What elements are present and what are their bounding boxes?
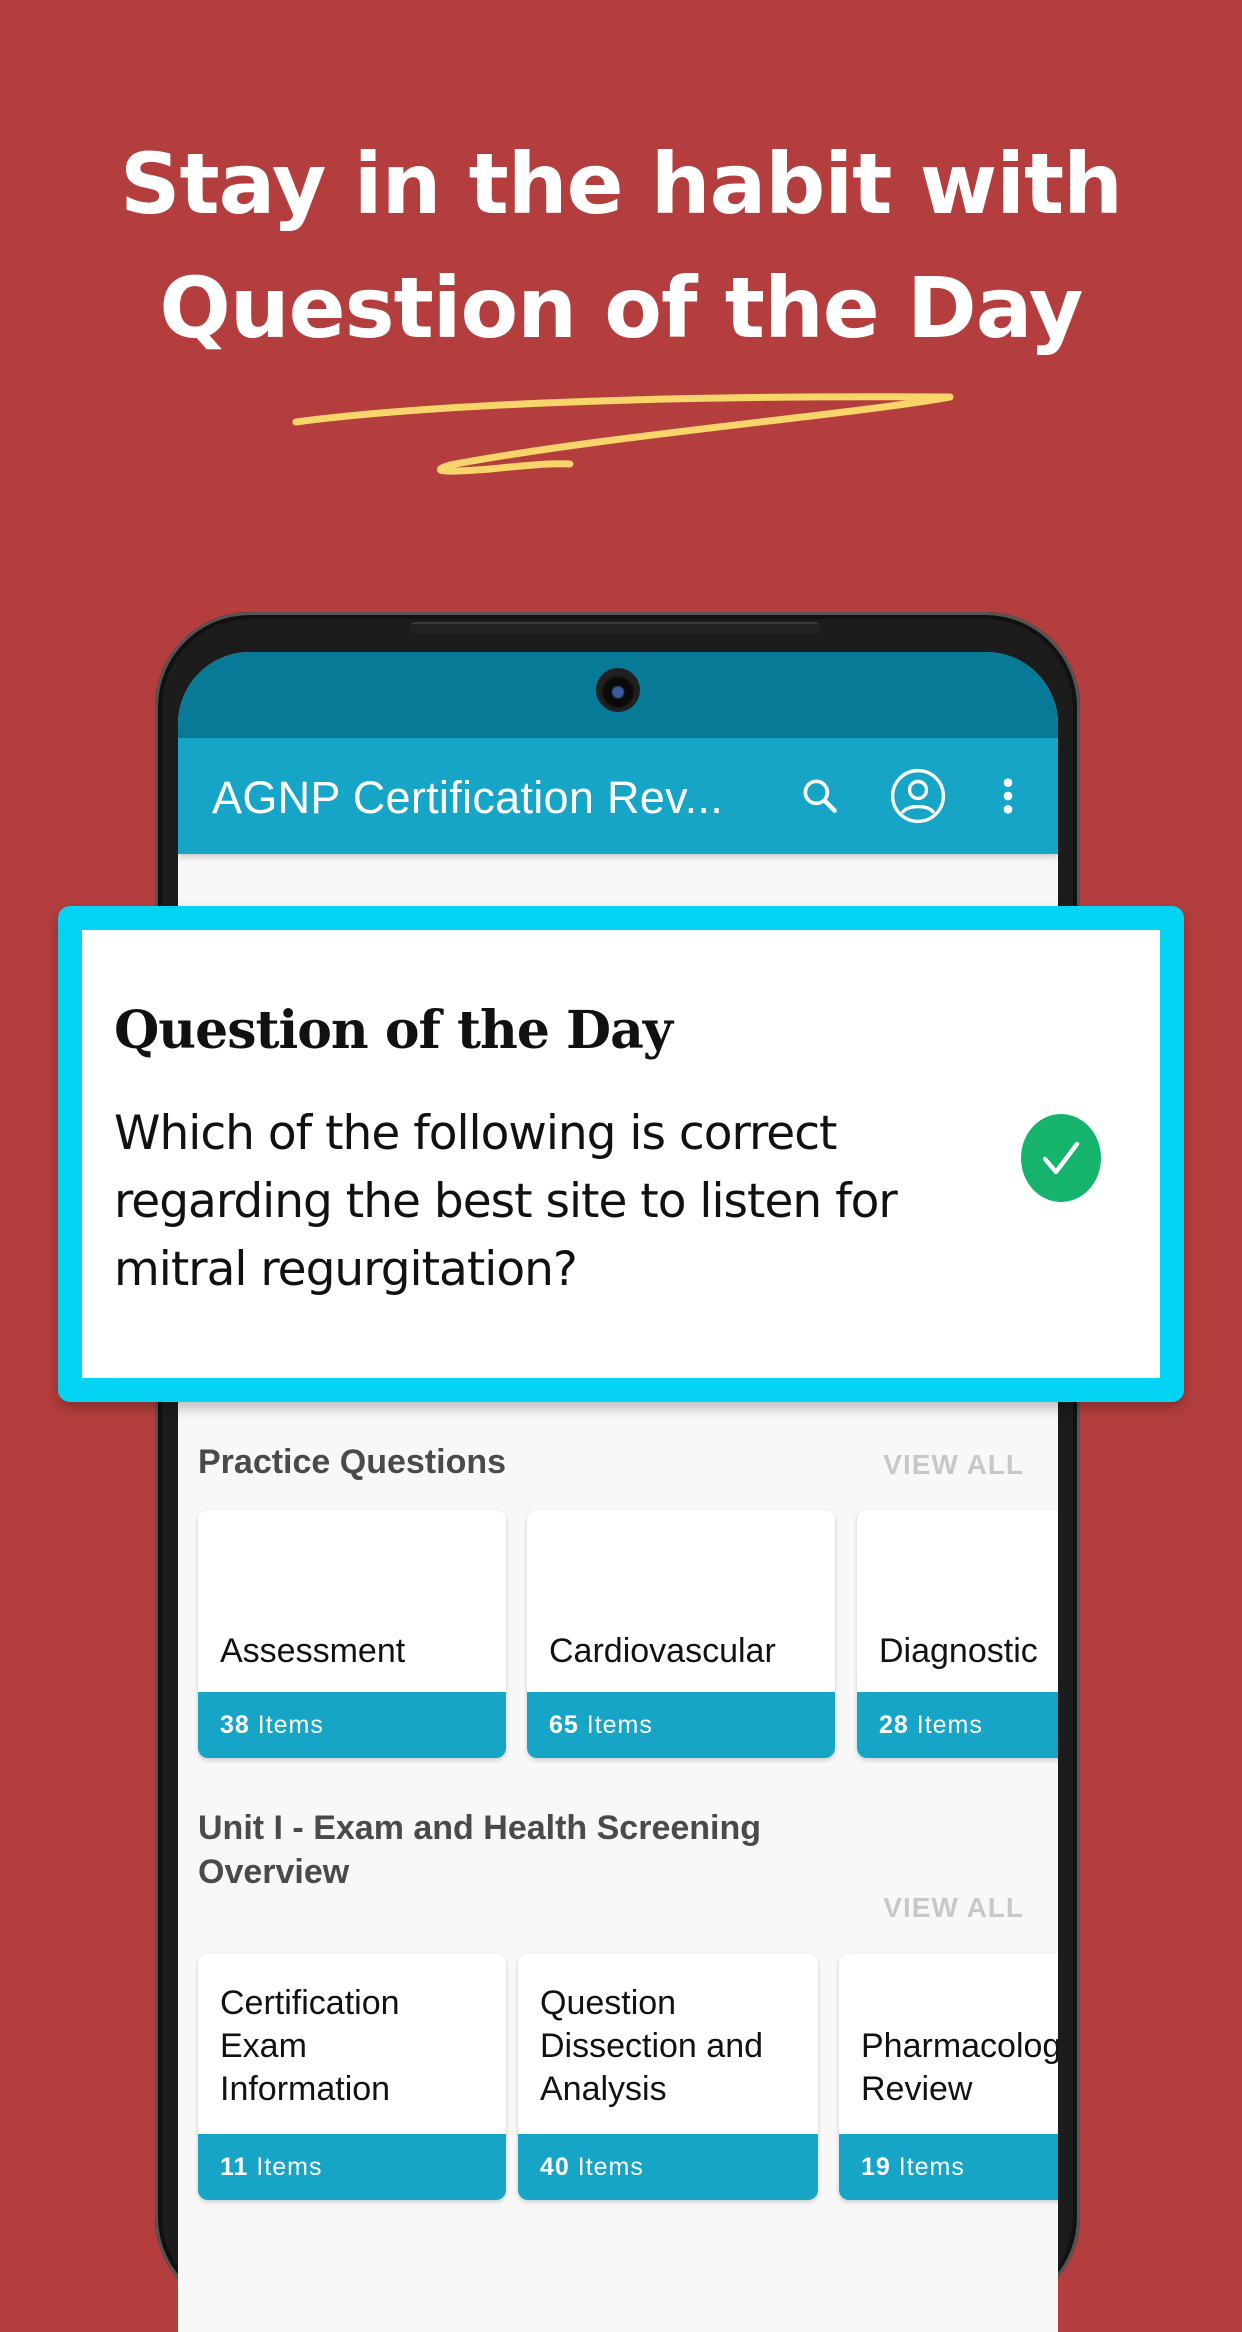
card-name: Assessment	[220, 1632, 406, 1670]
card-name: Pharmacology Review	[861, 2027, 1058, 2108]
card-count: 19 Items	[839, 2134, 1058, 2200]
phone-screen: AGNP Certification Rev... Practice Quest…	[178, 652, 1058, 2332]
card-cardiovascular[interactable]: Cardiovascular 65 Items	[527, 1510, 835, 1758]
promo-headline: Stay in the habit with Question of the D…	[0, 122, 1242, 370]
view-all-practice-questions[interactable]: VIEW ALL	[883, 1449, 1024, 1481]
section-title-practice-questions: Practice Questions	[198, 1443, 507, 1481]
search-icon[interactable]	[790, 766, 850, 826]
section-title-unit-1: Unit I - Exam and Health Screening Overv…	[198, 1809, 762, 1891]
question-of-the-day-card[interactable]: Question of the Day Which of the followi…	[58, 906, 1184, 1402]
card-assessment[interactable]: Assessment 38 Items	[198, 1510, 506, 1758]
app-title: AGNP Certification Rev...	[212, 772, 724, 823]
qotd-title: Question of the Day	[114, 1000, 673, 1061]
front-camera	[596, 668, 640, 712]
card-certification-exam-information[interactable]: Certification Exam Information 11 Items	[198, 1954, 506, 2200]
card-count: 28 Items	[857, 1692, 1058, 1758]
check-circle-icon	[1021, 1114, 1101, 1202]
view-all-unit-1[interactable]: VIEW ALL	[883, 1892, 1024, 1924]
headline-line-2: Question of the Day	[159, 259, 1083, 357]
headline-line-1: Stay in the habit with	[120, 135, 1123, 233]
card-name: Diagnostic	[879, 1632, 1038, 1670]
account-icon[interactable]	[888, 766, 948, 826]
card-count: 65 Items	[527, 1692, 835, 1758]
qotd-content: Question of the Day Which of the followi…	[82, 930, 1160, 1378]
card-count: 38 Items	[198, 1692, 506, 1758]
card-count: 40 Items	[518, 2134, 818, 2200]
card-name: Question Dissection and Analysis	[540, 1984, 764, 2108]
card-name: Cardiovascular	[549, 1632, 776, 1670]
phone-speaker	[410, 622, 820, 634]
card-diagnostic[interactable]: Diagnostic 28 Items	[857, 1510, 1058, 1758]
phone-frame: AGNP Certification Rev... Practice Quest…	[155, 612, 1080, 2332]
card-pharmacology-review[interactable]: Pharmacology Review 19 Items	[839, 1954, 1058, 2200]
decorative-squiggle-icon	[292, 393, 954, 475]
card-count: 11 Items	[198, 2134, 506, 2200]
card-question-dissection-and-analysis[interactable]: Question Dissection and Analysis 40 Item…	[518, 1954, 818, 2200]
qotd-question: Which of the following is correct regard…	[114, 1106, 898, 1297]
more-vert-icon[interactable]	[978, 766, 1038, 826]
status-bar	[178, 652, 1058, 738]
card-name: Certification Exam Information	[220, 1984, 400, 2108]
app-bar: AGNP Certification Rev...	[178, 738, 1058, 854]
